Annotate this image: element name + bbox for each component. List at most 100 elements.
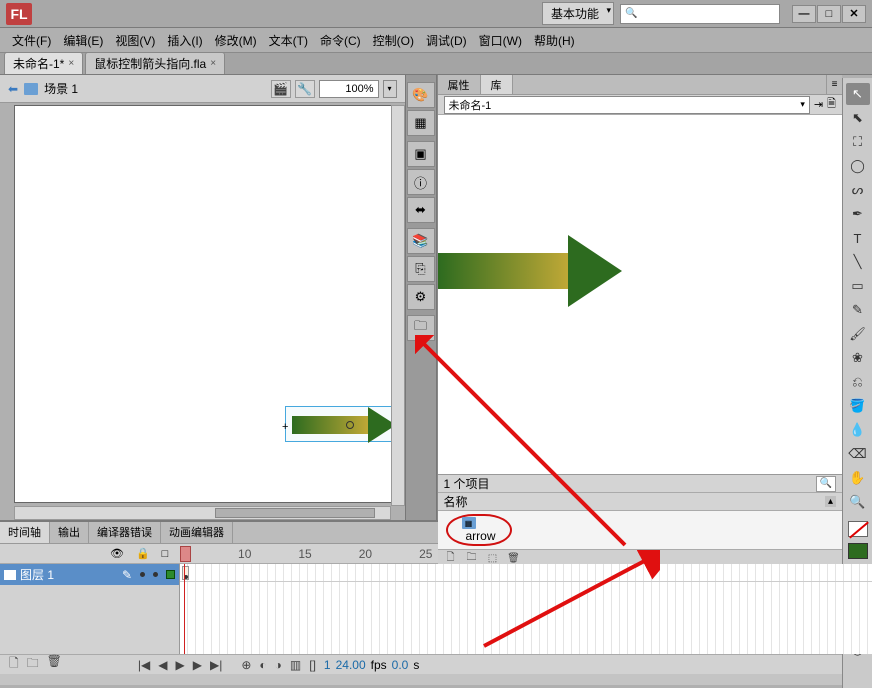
onion-skin-button[interactable]: ◐ [256, 658, 269, 672]
stage-hscrollbar[interactable] [14, 506, 391, 520]
menu-insert[interactable]: 插入(I) [161, 30, 208, 51]
info-panel-icon[interactable]: ⓘ [407, 169, 435, 195]
lock-column-icon[interactable]: 🔒 [136, 547, 150, 560]
tab-close-icon[interactable]: × [68, 58, 74, 69]
sort-arrow-icon[interactable]: ▴ [825, 496, 836, 507]
outline-column-icon[interactable]: □ [162, 548, 169, 560]
frames-area[interactable] [180, 564, 872, 654]
minimize-button[interactable]: — [792, 5, 816, 23]
3d-rotation-tool-icon[interactable]: ◯ [846, 155, 870, 177]
visibility-dot-icon[interactable] [140, 572, 145, 577]
menu-text[interactable]: 文本(T) [263, 30, 314, 51]
stroke-color-swatch[interactable] [848, 521, 868, 537]
library-item-list[interactable]: ▦ arrow [438, 511, 843, 549]
swatches-panel-icon[interactable]: ▦ [407, 110, 435, 136]
project-panel-icon[interactable]: 🗀 [407, 315, 435, 341]
rectangle-tool-icon[interactable]: ▭ [846, 275, 870, 297]
free-transform-tool-icon[interactable]: ⛶ [846, 131, 870, 153]
playhead-icon[interactable] [184, 564, 185, 654]
tab-output[interactable]: 输出 [50, 522, 89, 543]
list-item[interactable]: ▦ arrow [438, 511, 843, 549]
first-frame-button[interactable]: |◀ [135, 658, 153, 672]
tab-untitled[interactable]: 未命名-1* × [4, 52, 83, 74]
align-panel-icon[interactable]: ▣ [407, 141, 435, 167]
menu-modify[interactable]: 修改(M) [209, 30, 263, 51]
deco-tool-icon[interactable]: ❀ [846, 347, 870, 369]
last-frame-button[interactable]: ▶| [207, 658, 225, 672]
onion-outlines-button[interactable]: ◑ [272, 658, 285, 672]
stage-canvas[interactable]: + [14, 105, 405, 503]
edit-scene-icon[interactable]: 🎬 [271, 80, 291, 98]
scene-name[interactable]: 场景 1 [44, 80, 78, 97]
components-panel-icon[interactable]: ⎘ [407, 256, 435, 282]
center-frame-button[interactable]: ⊕ [238, 658, 254, 672]
workspace-dropdown[interactable]: 基本功能 [542, 2, 614, 25]
tab-mouse-arrow[interactable]: 鼠标控制箭头指向.fla × [85, 52, 225, 74]
new-library-icon[interactable]: 🗎 [827, 95, 836, 114]
tab-close-icon[interactable]: × [210, 58, 216, 69]
menu-help[interactable]: 帮助(H) [528, 30, 581, 51]
eraser-tool-icon[interactable]: ⌫ [846, 443, 870, 465]
close-button[interactable]: ✕ [842, 5, 866, 23]
prev-frame-button[interactable]: ◀ [155, 658, 170, 672]
library-column-header[interactable]: 名称 ▴ [438, 493, 843, 511]
maximize-button[interactable]: □ [817, 5, 841, 23]
pin-library-icon[interactable]: ⇥ [814, 98, 823, 111]
zoom-input[interactable]: 100% [319, 80, 379, 98]
menu-edit[interactable]: 编辑(E) [57, 30, 109, 51]
bone-tool-icon[interactable]: ⎌ [846, 371, 870, 393]
scroll-thumb[interactable] [215, 508, 375, 518]
delete-layer-button[interactable]: 🗑 [44, 654, 65, 675]
tab-library[interactable]: 库 [481, 75, 513, 94]
next-frame-button[interactable]: ▶ [190, 658, 205, 672]
tab-compiler-errors[interactable]: 编译器错误 [89, 522, 161, 543]
zoom-tool-icon[interactable]: 🔍 [846, 491, 870, 513]
brush-tool-icon[interactable]: 🖌 [846, 323, 870, 345]
tab-timeline[interactable]: 时间轴 [0, 522, 50, 543]
back-arrow-icon[interactable]: ⬅ [8, 82, 18, 96]
layer-row[interactable]: 图层 1 ✎ [0, 564, 179, 585]
frame-row[interactable] [180, 564, 872, 582]
tab-motion-editor[interactable]: 动画编辑器 [161, 522, 233, 543]
stage-vscrollbar[interactable] [391, 105, 405, 506]
line-tool-icon[interactable]: ╲ [846, 251, 870, 273]
menu-window[interactable]: 窗口(W) [473, 30, 528, 51]
stage-area[interactable]: + [0, 103, 405, 520]
zoom-dropdown[interactable]: ▾ [383, 80, 397, 98]
subselection-tool-icon[interactable]: ⬉ [846, 107, 870, 129]
eye-column-icon[interactable]: 👁 [110, 547, 124, 560]
lasso-tool-icon[interactable]: ᔕ [846, 179, 870, 201]
help-search-input[interactable] [620, 4, 780, 24]
code-snippets-icon[interactable]: 📚 [407, 228, 435, 254]
selected-symbol-instance[interactable]: + [285, 406, 405, 442]
selection-tool-icon[interactable]: ↖ [846, 83, 870, 105]
menu-file[interactable]: 文件(F) [6, 30, 57, 51]
pencil-tool-icon[interactable]: ✎ [846, 299, 870, 321]
new-folder-button[interactable]: 🗀 [24, 654, 42, 675]
outline-color-box[interactable] [166, 570, 175, 579]
pen-tool-icon[interactable]: ✒ [846, 203, 870, 225]
fill-color-swatch[interactable] [848, 543, 868, 559]
new-layer-button[interactable]: 🗋 [6, 654, 22, 675]
motion-presets-icon[interactable]: ⚙ [407, 284, 435, 310]
menu-view[interactable]: 视图(V) [109, 30, 161, 51]
edit-multiple-button[interactable]: ▥ [287, 658, 304, 672]
lock-dot-icon[interactable] [153, 572, 158, 577]
column-name: 名称 [444, 493, 468, 510]
library-search-input[interactable]: 🔍 [816, 476, 836, 492]
transform-panel-icon[interactable]: ⬌ [407, 197, 435, 223]
hand-tool-icon[interactable]: ✋ [846, 467, 870, 489]
menu-control[interactable]: 控制(O) [367, 30, 420, 51]
play-button[interactable]: ▶ [173, 658, 188, 672]
text-tool-icon[interactable]: T [846, 227, 870, 249]
menu-debug[interactable]: 调试(D) [420, 30, 473, 51]
paint-bucket-tool-icon[interactable]: 🪣 [846, 395, 870, 417]
modify-markers-button[interactable]: [] [306, 658, 319, 672]
menu-command[interactable]: 命令(C) [314, 30, 367, 51]
library-doc-dropdown[interactable]: 未命名-1 [444, 96, 810, 114]
tab-properties[interactable]: 属性 [438, 75, 481, 94]
color-panel-icon[interactable]: 🎨 [407, 82, 435, 108]
edit-symbol-icon[interactable]: 🔧 [295, 80, 315, 98]
panel-options-icon[interactable]: ≡ [826, 75, 842, 94]
eyedropper-tool-icon[interactable]: 💧 [846, 419, 870, 441]
